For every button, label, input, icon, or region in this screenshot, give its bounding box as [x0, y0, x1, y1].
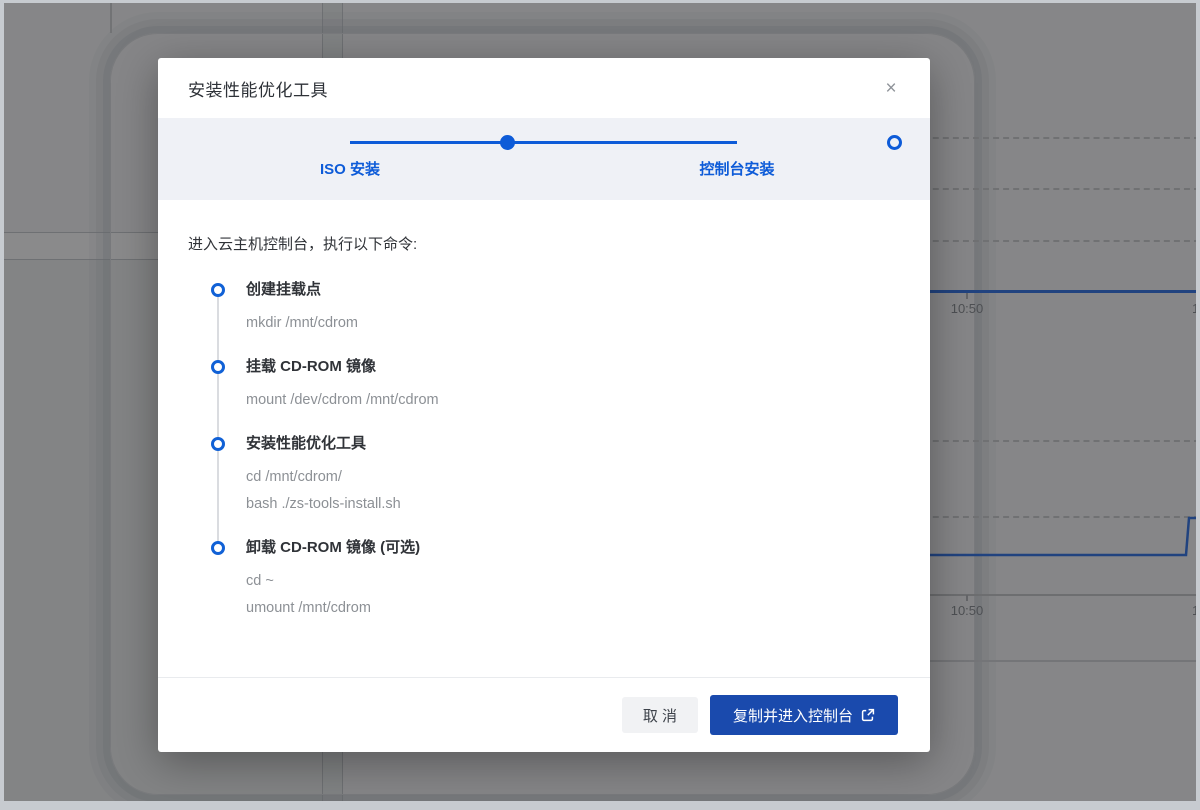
stepper-track — [350, 141, 737, 144]
command-steps-list: 创建挂载点 mkdir /mnt/cdrom 挂载 CD-ROM 镜像 moun… — [188, 282, 900, 622]
cancel-button[interactable]: 取 消 — [621, 697, 698, 733]
wizard-stepper: ISO 安装 控制台安装 — [158, 118, 930, 200]
step-command: cd ~ — [246, 573, 274, 589]
dialog-header: 安装性能优化工具 × — [158, 58, 930, 118]
dialog-title: 安装性能优化工具 — [188, 80, 328, 100]
step-command: mount /dev/cdrom /mnt/cdrom — [246, 392, 439, 408]
step-marker-icon — [211, 283, 225, 297]
list-item: 安装性能优化工具 cd /mnt/cdrom/ bash ./zs-tools-… — [188, 436, 900, 518]
list-item: 挂载 CD-ROM 镜像 mount /dev/cdrom /mnt/cdrom — [188, 359, 900, 414]
close-icon[interactable]: × — [878, 75, 904, 101]
install-tools-dialog: 安装性能优化工具 × ISO 安装 控制台安装 进入云主机控制台，执行以下命令:… — [158, 58, 930, 752]
list-item: 创建挂载点 mkdir /mnt/cdrom — [188, 282, 900, 337]
stepper-dot-hollow-icon — [887, 135, 902, 150]
step-title: 卸载 CD-ROM 镜像 (可选) — [246, 539, 421, 556]
step-command: bash ./zs-tools-install.sh — [246, 496, 401, 512]
copy-and-open-console-label: 复制并进入控制台 — [732, 707, 853, 725]
instructions-intro: 进入云主机控制台，执行以下命令: — [188, 236, 418, 253]
step-title: 安装性能优化工具 — [246, 435, 367, 452]
step-marker-icon — [211, 360, 225, 374]
copy-and-open-console-button[interactable]: 复制并进入控制台 — [709, 695, 898, 735]
list-item: 卸载 CD-ROM 镜像 (可选) cd ~ umount /mnt/cdrom — [188, 540, 900, 622]
step-marker-icon — [211, 541, 225, 555]
step-title: 挂载 CD-ROM 镜像 — [246, 358, 376, 375]
dialog-body: 进入云主机控制台，执行以下命令: 创建挂载点 mkdir /mnt/cdrom … — [158, 200, 930, 677]
stepper-dot-filled-icon — [500, 135, 515, 150]
step-title: 创建挂载点 — [246, 281, 322, 298]
external-link-icon — [861, 708, 875, 722]
dialog-footer: 取 消 复制并进入控制台 — [158, 677, 930, 752]
stepper-step-iso-install: ISO 安装 — [319, 161, 381, 178]
step-marker-icon — [211, 437, 225, 451]
step-command: umount /mnt/cdrom — [246, 600, 371, 616]
stepper-step-console-install: 控制台安装 — [699, 161, 775, 178]
step-command: cd /mnt/cdrom/ — [246, 469, 342, 485]
step-command: mkdir /mnt/cdrom — [246, 315, 358, 331]
